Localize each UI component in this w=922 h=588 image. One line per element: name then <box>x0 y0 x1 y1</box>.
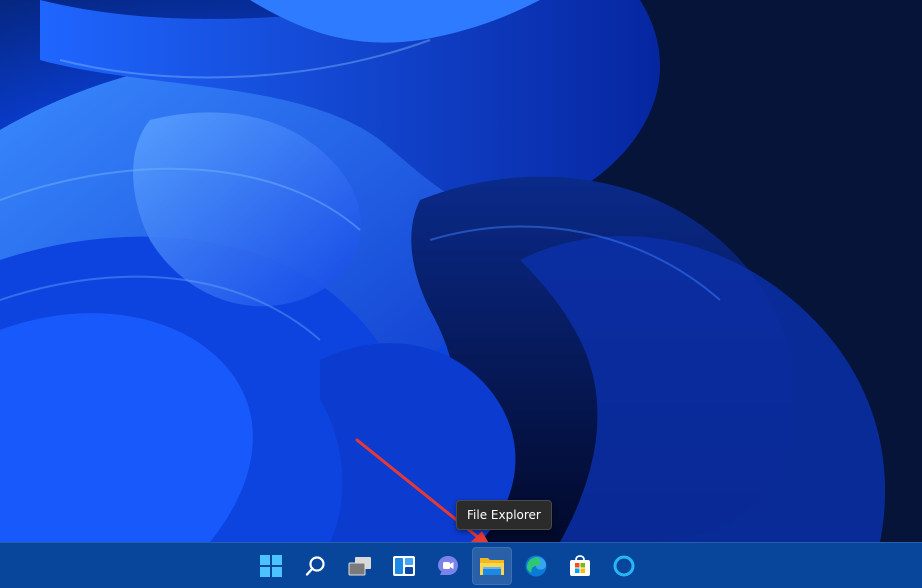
microsoft-store-icon <box>568 554 592 578</box>
start-button[interactable] <box>251 547 291 585</box>
edge-icon <box>524 554 548 578</box>
file-explorer-button[interactable] <box>472 547 512 585</box>
file-explorer-tooltip: File Explorer <box>456 500 552 530</box>
start-icon <box>260 555 282 577</box>
teams-chat-icon <box>436 554 460 578</box>
desktop-wallpaper <box>0 0 922 542</box>
chat-button[interactable] <box>428 547 468 585</box>
cortana-button[interactable] <box>604 547 644 585</box>
widgets-button[interactable] <box>384 547 424 585</box>
search-button[interactable] <box>296 547 336 585</box>
taskbar <box>0 542 922 588</box>
bloom-wallpaper-art <box>0 0 922 542</box>
task-view-icon <box>347 555 373 577</box>
widgets-icon <box>392 555 416 577</box>
file-explorer-icon <box>479 555 505 577</box>
task-view-button[interactable] <box>340 547 380 585</box>
cortana-icon <box>612 554 636 578</box>
search-icon <box>305 555 327 577</box>
edge-button[interactable] <box>516 547 556 585</box>
microsoft-store-button[interactable] <box>560 547 600 585</box>
